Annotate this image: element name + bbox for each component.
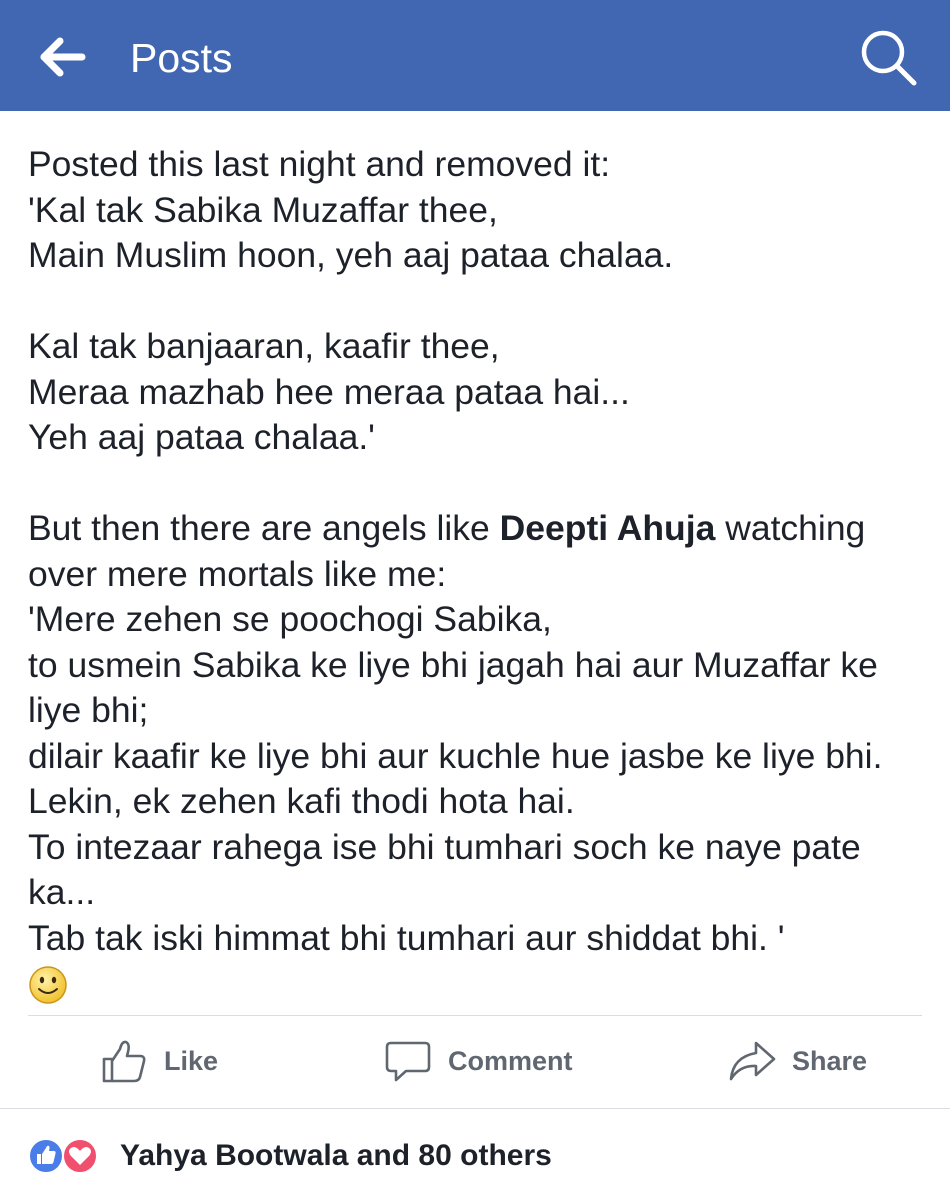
post-line: liye bhi; (28, 690, 149, 730)
arrow-left-icon (40, 37, 86, 77)
post-line: over mere mortals like me: (28, 553, 447, 594)
reaction-icons (28, 1136, 106, 1176)
mention-suffix: watching (715, 508, 866, 548)
post-line: 'Mere zehen se poochogi Sabika, (28, 599, 552, 639)
search-button[interactable] (856, 26, 922, 90)
smiley-emoji-icon (29, 966, 67, 1004)
comment-bubble-icon (385, 1041, 431, 1082)
post-line: Main Muslim hoon, yeh aaj pataa chalaa. (28, 235, 674, 275)
reactions-text[interactable]: Yahya Bootwala and 80 others (120, 1139, 552, 1173)
post-line: Yeh aaj pataa chalaa.' (28, 417, 375, 457)
post-line-with-mention: But then there are angels like Deepti Ah… (28, 506, 928, 552)
search-icon (861, 30, 917, 86)
post-line: Posted this last night and removed it: (28, 144, 611, 184)
post-line: To intezaar rahega ise bhi tumhari soch … (28, 826, 861, 867)
back-button[interactable] (38, 32, 90, 82)
user-mention-link[interactable]: Deepti Ahuja (500, 508, 716, 548)
thumbs-up-icon (102, 1040, 146, 1083)
divider (0, 1108, 950, 1109)
mention-prefix: But then there are angels like (28, 508, 500, 548)
comment-button[interactable]: Comment (384, 1036, 573, 1086)
like-button[interactable]: Like (100, 1036, 218, 1086)
post-line: Meraa mazhab hee meraa pataa hai... (28, 371, 630, 412)
post-line: 'Kal tak Sabika Muzaffar thee, (28, 189, 498, 230)
post-line: dilair kaafir ke liye bhi aur kuchle hue… (28, 735, 883, 776)
post-line: to usmein Sabika ke liye bhi jagah hai a… (28, 644, 878, 685)
page-title: Posts (130, 35, 233, 81)
post-line: Lekin, ek zehen kafi thodi hota hai. (28, 781, 575, 821)
share-button[interactable]: Share (728, 1036, 867, 1086)
reactions-summary[interactable]: Yahya Bootwala and 80 others (28, 1134, 552, 1178)
like-label: Like (164, 1045, 219, 1076)
comment-label: Comment (448, 1045, 573, 1076)
share-arrow-icon (729, 1041, 776, 1081)
post-line: Tab tak iski himmat bhi tumhari aur shid… (28, 917, 785, 958)
post-line: ka... (28, 872, 96, 912)
love-reaction-icon (62, 1138, 98, 1174)
like-reaction-icon (28, 1138, 64, 1174)
post-action-bar: Like Comment Share (0, 1016, 950, 1108)
top-app-bar: Posts (0, 0, 950, 111)
post-line: Kal tak banjaaran, kaafir thee, (28, 326, 500, 366)
post-text: Posted this last night and removed it: '… (28, 142, 928, 1005)
share-label: Share (792, 1045, 868, 1076)
